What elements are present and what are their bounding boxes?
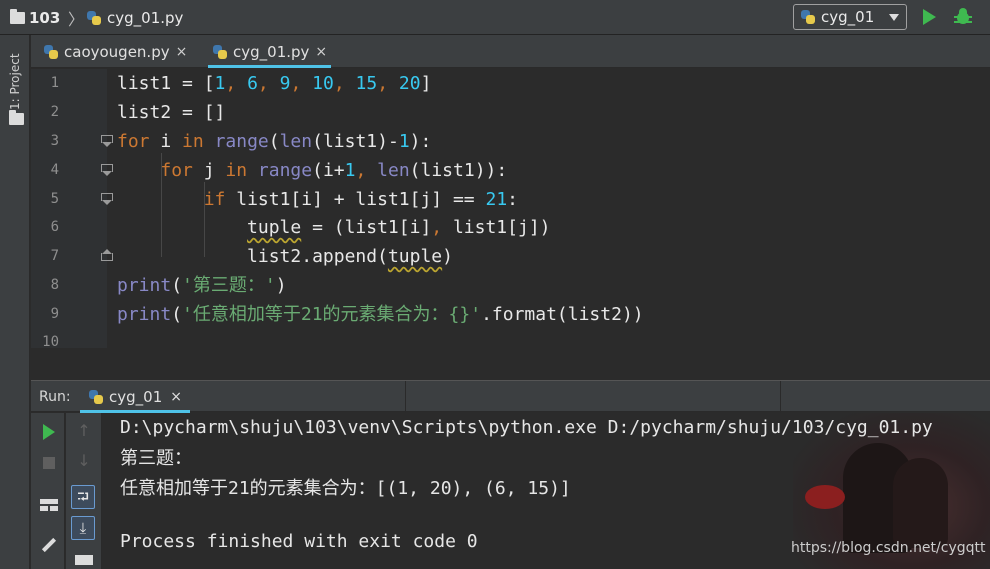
line-number: 9 xyxy=(50,306,59,322)
editor-tab-bar: caoyougen.py × cyg_01.py × xyxy=(31,35,990,68)
soft-wrap-icon[interactable]: ⮒ xyxy=(71,485,95,509)
fold-marker-icon[interactable] xyxy=(101,164,113,176)
tab-caoyougen[interactable]: caoyougen.py × xyxy=(43,35,187,68)
run-toolbar-secondary: ↑ ↓ ⮒ ⤓ xyxy=(66,413,102,569)
python-icon xyxy=(88,389,104,405)
close-icon[interactable]: × xyxy=(170,389,182,405)
code-line[interactable]: list1 = [1, 6, 9, 10, 15, 20] xyxy=(117,74,431,94)
breadcrumb-separator-icon: 〉 xyxy=(68,9,85,29)
navigation-bar: 103 〉 cyg_01.py cyg_01 xyxy=(0,0,990,35)
run-configuration-label: cyg_01 xyxy=(821,8,875,26)
run-tab-cyg-01[interactable]: cyg_01 × xyxy=(80,381,190,413)
console-line: Process finished with exit code 0 xyxy=(120,531,478,552)
line-number: 2 xyxy=(50,104,59,120)
console-line: D:\pycharm\shuju\103\venv\Scripts\python… xyxy=(120,417,933,438)
run-toolbar-primary xyxy=(31,413,65,569)
run-button[interactable] xyxy=(923,9,936,25)
rerun-button[interactable] xyxy=(37,420,61,444)
code-editor[interactable]: 1 2 3 4 5 6 7 8 9 10 list1 = [1, 6, 9, 1… xyxy=(31,69,990,348)
python-icon xyxy=(800,9,816,25)
fold-end-marker-icon[interactable] xyxy=(101,249,113,261)
arrow-down-icon[interactable]: ↓ xyxy=(72,451,96,475)
line-number: 5 xyxy=(50,191,59,207)
pin-icon[interactable] xyxy=(37,533,61,557)
line-number: 3 xyxy=(50,133,59,149)
line-number: 1 xyxy=(50,75,59,91)
tab-label: caoyougen.py xyxy=(64,42,170,61)
console-line: 第三题： xyxy=(120,448,192,469)
line-number: 7 xyxy=(50,248,59,264)
code-line[interactable]: for i in range(len(list1)-1): xyxy=(117,132,431,152)
line-number: 4 xyxy=(50,162,59,178)
breadcrumb-project-label: 103 xyxy=(29,8,61,27)
scroll-to-end-icon[interactable]: ⤓ xyxy=(71,516,95,540)
code-line[interactable]: tuple = (list1[i], list1[j]) xyxy=(117,218,550,238)
breadcrumb-file-label: cyg_01.py xyxy=(107,8,184,27)
run-panel-header: Run: cyg_01 × xyxy=(31,380,990,413)
line-number: 6 xyxy=(50,219,59,235)
run-configuration-select[interactable]: cyg_01 xyxy=(793,4,907,30)
console-line: 任意相加等于21的元素集合为：[(1, 20), (6, 15)] xyxy=(120,478,571,499)
chevron-down-icon xyxy=(889,14,899,21)
layout-icon[interactable] xyxy=(37,493,61,517)
code-line[interactable]: if list1[i] + list1[j] == 21: xyxy=(117,190,518,210)
breadcrumb-project[interactable]: 103 xyxy=(10,0,60,35)
project-tool-tab-label: 1: Project xyxy=(8,53,22,110)
code-line[interactable]: for j in range(i+1, len(list1)): xyxy=(117,161,507,181)
tab-cyg-01[interactable]: cyg_01.py × xyxy=(208,35,332,68)
print-icon[interactable] xyxy=(72,549,96,569)
rose-image xyxy=(805,485,845,509)
debug-button[interactable] xyxy=(954,8,972,26)
arrow-up-icon[interactable]: ↑ xyxy=(72,421,96,445)
project-tool-tab[interactable]: 1: Project xyxy=(0,40,30,126)
folder-icon xyxy=(9,110,24,125)
code-line[interactable]: list2.append(tuple) xyxy=(117,247,453,267)
folder-icon xyxy=(10,8,25,24)
run-tab-label: cyg_01 xyxy=(109,388,163,406)
python-file-icon xyxy=(212,44,228,60)
close-icon[interactable]: × xyxy=(315,44,327,60)
stop-button[interactable] xyxy=(37,451,61,475)
fold-marker-icon[interactable] xyxy=(101,135,113,147)
run-console-output[interactable]: D:\pycharm\shuju\103\venv\Scripts\python… xyxy=(103,413,990,569)
close-icon[interactable]: × xyxy=(176,44,188,60)
run-panel-label: Run: xyxy=(39,389,71,405)
breadcrumb-file[interactable]: cyg_01.py xyxy=(86,0,183,35)
line-number: 8 xyxy=(50,277,59,293)
line-number: 10 xyxy=(42,334,59,348)
code-line[interactable]: print('任意相加等于21的元素集合为：{}'.format(list2)) xyxy=(117,305,644,325)
fold-marker-icon[interactable] xyxy=(101,193,113,205)
watermark-text: https://blog.csdn.net/cygqtt xyxy=(791,540,986,556)
code-line[interactable]: print('第三题：') xyxy=(117,276,287,296)
python-file-icon xyxy=(86,10,102,26)
python-file-icon xyxy=(43,44,59,60)
tab-label: cyg_01.py xyxy=(233,42,310,61)
code-line[interactable]: list2 = [] xyxy=(117,103,225,123)
